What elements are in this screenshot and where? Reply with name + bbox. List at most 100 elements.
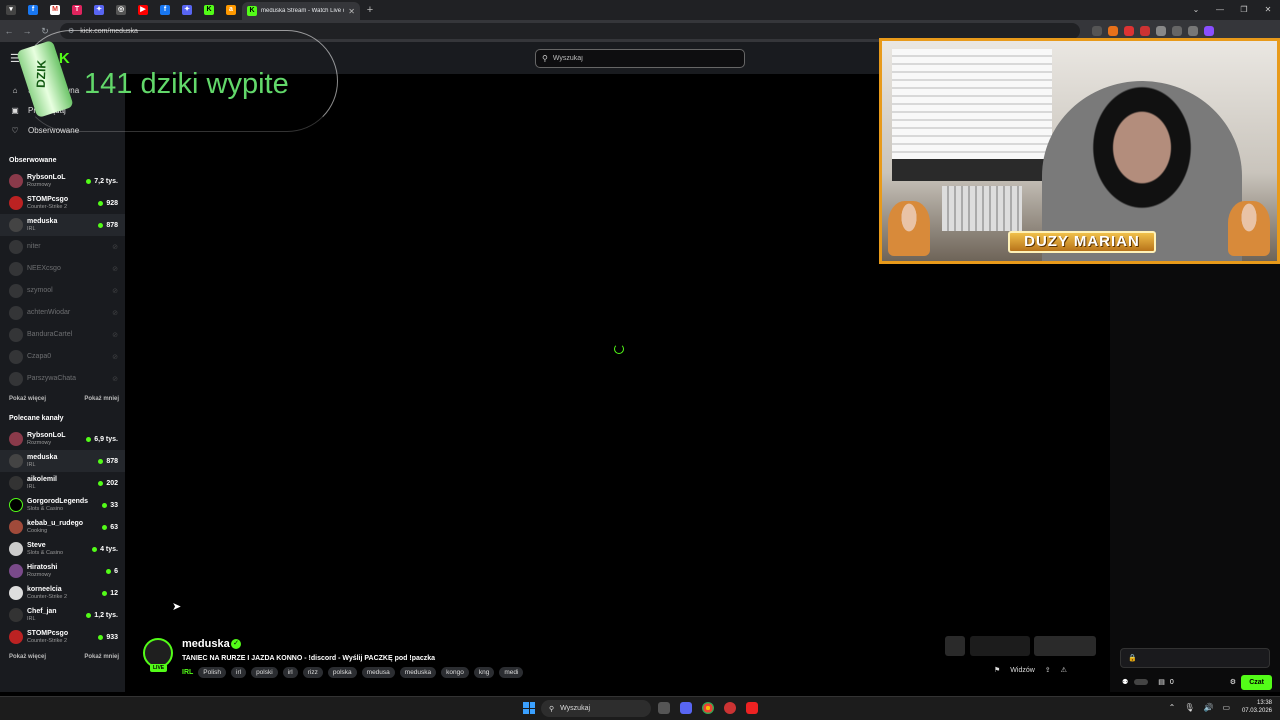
search-input[interactable] bbox=[552, 55, 733, 62]
recommended-channel[interactable]: kebab_u_rudego Cooking 63 bbox=[0, 516, 125, 538]
extension-icon[interactable] bbox=[1124, 26, 1134, 36]
app-icon[interactable] bbox=[746, 702, 758, 714]
tab-search-icon[interactable]: ⌄ bbox=[1184, 0, 1208, 20]
chrome-icon[interactable] bbox=[702, 702, 714, 714]
pinned-tab-gmail[interactable]: M bbox=[44, 0, 66, 20]
task-view-icon[interactable] bbox=[658, 702, 670, 714]
profile-icon[interactable] bbox=[1204, 26, 1214, 36]
channel-category: IRL bbox=[27, 225, 36, 232]
followed-channel-offline[interactable]: niter ⊘ bbox=[0, 236, 125, 258]
followed-channel-offline[interactable]: NEEXcsgo ⊘ bbox=[0, 258, 125, 280]
recommended-channel[interactable]: GorgorodLegends Slots & Casino 33 bbox=[0, 494, 125, 516]
windows-start-icon[interactable] bbox=[523, 702, 535, 714]
recommended-channel-active[interactable]: meduska IRL 878 bbox=[0, 450, 125, 472]
extension-icon[interactable] bbox=[1108, 26, 1118, 36]
obs-icon[interactable] bbox=[724, 702, 736, 714]
new-tab-button[interactable]: + bbox=[360, 4, 380, 16]
chat-panel bbox=[1110, 262, 1280, 692]
pinned-tab-amazon[interactable]: a bbox=[220, 0, 242, 20]
recommended-channel[interactable]: korneelcia Counter-Strike 2 12 bbox=[0, 582, 125, 604]
recommended-channel[interactable]: aikolemil IRL 202 bbox=[0, 472, 125, 494]
extensions-puzzle-icon[interactable] bbox=[1172, 26, 1182, 36]
search-bar[interactable]: ⚲ bbox=[535, 49, 745, 68]
restore-icon[interactable]: ❐ bbox=[1232, 0, 1256, 20]
taskbar-search[interactable]: ⚲ Wyszukaj bbox=[541, 700, 651, 717]
tag[interactable]: kongo bbox=[441, 667, 469, 678]
tag[interactable]: Polish bbox=[198, 667, 226, 678]
placeholder-button[interactable] bbox=[970, 636, 1030, 656]
tag[interactable]: medusa bbox=[361, 667, 395, 678]
network-icon[interactable]: ▭ bbox=[1222, 703, 1230, 712]
chat-input[interactable]: 🔒 bbox=[1120, 648, 1270, 668]
recommended-channel[interactable]: Steve Slots & Casino 4 tys. bbox=[0, 538, 125, 560]
pinned-tab-kick[interactable]: K bbox=[198, 0, 220, 20]
extension-icon[interactable] bbox=[1156, 26, 1166, 36]
followed-channel-offline[interactable]: BanduraCartel ⊘ bbox=[0, 324, 125, 346]
tab-close-icon[interactable]: ✕ bbox=[348, 7, 355, 16]
tag[interactable]: irl bbox=[282, 667, 298, 678]
tag[interactable]: kng bbox=[473, 667, 495, 678]
mic-icon[interactable]: 🎙 bbox=[1184, 703, 1194, 712]
followed-channel-offline[interactable]: szymool ⊘ bbox=[0, 280, 125, 302]
pinned-tab-messenger[interactable]: ✦ bbox=[88, 0, 110, 20]
show-less-link[interactable]: Pokaż mniej bbox=[84, 396, 119, 402]
home-icon: ⌂ bbox=[12, 85, 18, 95]
recommended-channel[interactable]: Hiratoshi Rozmowy 6 bbox=[0, 560, 125, 582]
taskbar-clock[interactable]: 13:38 07.03.2026 bbox=[1242, 700, 1272, 716]
followed-channel[interactable]: STOMPcsgo Counter-Strike 2 928 bbox=[0, 192, 125, 214]
pinned-tab-youtube[interactable]: ▶ bbox=[132, 0, 154, 20]
recommended-channel[interactable]: Chef_jan IRL 1,2 tys. bbox=[0, 604, 125, 626]
close-window-icon[interactable]: ✕ bbox=[1256, 0, 1280, 20]
tab-menu-icon: ▾ bbox=[6, 5, 16, 15]
chat-send-button[interactable]: Czat bbox=[1241, 674, 1272, 690]
tag[interactable]: polski bbox=[251, 667, 278, 678]
pinned-tab-web[interactable]: ◎ bbox=[110, 0, 132, 20]
emote-icon[interactable]: ⚉ bbox=[1122, 678, 1128, 686]
recommended-channel[interactable]: STOMPcsgo Counter-Strike 2 933 bbox=[0, 626, 125, 648]
followed-channel[interactable]: RybsonLoL Rozmowy 7,2 tys. bbox=[0, 170, 125, 192]
followed-channel-offline[interactable]: Czapa0 ⊘ bbox=[0, 346, 125, 368]
back-icon[interactable]: ← bbox=[0, 26, 18, 36]
share-icon[interactable]: ⇪ bbox=[1045, 666, 1051, 674]
download-icon[interactable] bbox=[1188, 26, 1198, 36]
stream-tags: IRL Polish irl polski irl rizz polska me… bbox=[182, 667, 524, 678]
pinned-tab-facebook-2[interactable]: f bbox=[154, 0, 176, 20]
chat-settings-icon[interactable]: ⚙ bbox=[1230, 678, 1236, 686]
forward-icon[interactable]: → bbox=[18, 26, 36, 36]
followed-show-controls: Pokaż więcej Pokaż mniej bbox=[9, 396, 119, 402]
heart-icon: ♡ bbox=[11, 125, 19, 135]
live-dot-icon bbox=[102, 502, 108, 508]
stream-category[interactable]: IRL bbox=[182, 669, 193, 676]
pinned-tab-messenger-2[interactable]: ✦ bbox=[176, 0, 198, 20]
placeholder-button[interactable] bbox=[1034, 636, 1096, 656]
tag[interactable]: irl bbox=[231, 667, 247, 678]
extension-icon[interactable] bbox=[1140, 26, 1150, 36]
tag[interactable]: medi bbox=[499, 667, 524, 678]
bookmark-star-icon[interactable] bbox=[1092, 26, 1102, 36]
followed-channel-active[interactable]: meduska IRL 878 bbox=[0, 214, 125, 236]
toggle-switch[interactable] bbox=[1134, 679, 1149, 685]
show-more-link[interactable]: Pokaż więcej bbox=[9, 654, 46, 660]
channel-category: Slots & Casino bbox=[27, 505, 64, 512]
recommended-section-title: Polecane kanały bbox=[9, 415, 64, 422]
volume-icon[interactable]: 🔊 bbox=[1203, 703, 1213, 712]
tag[interactable]: rizz bbox=[302, 667, 323, 678]
followed-channel-offline[interactable]: ParszywaChata ⊘ bbox=[0, 368, 125, 390]
tag[interactable]: polska bbox=[327, 667, 357, 678]
minimize-icon[interactable]: — bbox=[1208, 0, 1232, 20]
tab-menu[interactable]: ▾ bbox=[0, 0, 22, 20]
pinned-tab-tipply[interactable]: T bbox=[66, 0, 88, 20]
discord-icon[interactable] bbox=[680, 702, 692, 714]
followed-channel-offline[interactable]: achtenWiodar ⊘ bbox=[0, 302, 125, 324]
active-tab[interactable]: K meduska Stream - Watch Live o ✕ bbox=[242, 2, 360, 20]
pinned-tab-facebook[interactable]: f bbox=[22, 0, 44, 20]
tag[interactable]: meduska bbox=[399, 667, 437, 678]
show-more-link[interactable]: Pokaż więcej bbox=[9, 396, 46, 402]
placeholder-button[interactable] bbox=[945, 636, 965, 656]
tray-chevron-icon[interactable]: ⌃ bbox=[1169, 703, 1176, 712]
recommended-channel[interactable]: RybsonLoL Rozmowy 6,9 tys. bbox=[0, 428, 125, 450]
gift-icon[interactable]: ▤ bbox=[1158, 678, 1165, 686]
streamer-name[interactable]: meduska bbox=[182, 638, 230, 650]
report-icon[interactable]: ⚠ bbox=[1061, 666, 1067, 674]
show-less-link[interactable]: Pokaż mniej bbox=[84, 654, 119, 660]
